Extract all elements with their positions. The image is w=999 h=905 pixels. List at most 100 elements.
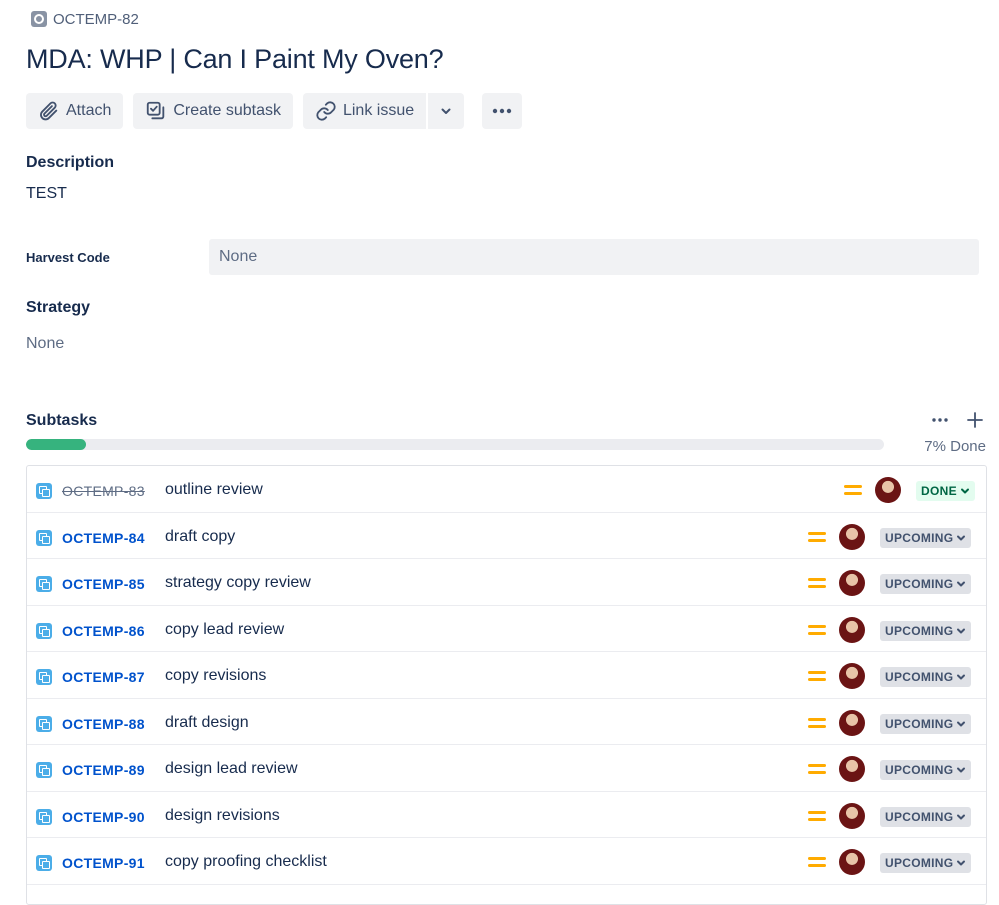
subtask-list: OCTEMP-83 outline review DONE OCTEMP-84 draf… xyxy=(26,465,987,905)
subtask-icon xyxy=(147,101,165,120)
subtask-row[interactable]: OCTEMP-85 strategy copy review UPCOMING xyxy=(27,559,986,606)
subtask-row[interactable]: OCTEMP-87 copy revisions UPCOMING xyxy=(27,652,986,699)
status-dropdown[interactable]: UPCOMING xyxy=(880,667,972,687)
status-dropdown[interactable]: DONE xyxy=(916,481,975,501)
priority-medium-icon xyxy=(808,763,826,775)
status-label: DONE xyxy=(921,484,957,498)
priority-medium-icon xyxy=(808,670,826,682)
chevron-down-icon xyxy=(957,814,966,819)
link-issue-dropdown-button[interactable] xyxy=(428,93,465,129)
priority-medium-icon xyxy=(808,856,826,868)
more-actions-button[interactable] xyxy=(482,93,523,129)
create-subtask-label: Create subtask xyxy=(173,102,281,119)
status-dropdown[interactable]: UPCOMING xyxy=(880,527,972,548)
subtask-type-icon xyxy=(36,669,52,685)
assignee-avatar[interactable] xyxy=(875,477,901,503)
status-dropdown[interactable]: UPCOMING xyxy=(880,806,972,827)
assignee-avatar[interactable] xyxy=(839,523,865,550)
subtask-summary[interactable]: design revisions xyxy=(165,807,280,825)
assignee-avatar[interactable] xyxy=(839,756,865,782)
subtask-row[interactable]: OCTEMP-88 draft design UPCOMING xyxy=(27,699,986,745)
chevron-down-icon xyxy=(957,581,966,587)
status-label: UPCOMING xyxy=(885,809,954,824)
priority-medium-icon xyxy=(808,717,826,729)
subtask-key-link[interactable]: OCTEMP-84 xyxy=(62,530,145,546)
chevron-down-icon xyxy=(957,767,966,773)
subtask-type-icon xyxy=(36,483,52,499)
status-dropdown[interactable]: UPCOMING xyxy=(880,620,972,641)
subtask-key-link[interactable]: OCTEMP-85 xyxy=(62,576,145,592)
attach-button[interactable]: Attach xyxy=(26,93,124,129)
status-dropdown[interactable]: UPCOMING xyxy=(880,574,972,594)
subtask-summary[interactable]: draft design xyxy=(165,714,249,732)
plus-icon xyxy=(967,412,983,428)
assignee-avatar[interactable] xyxy=(839,616,865,643)
strategy-value[interactable]: None xyxy=(26,335,64,353)
breadcrumb: OCTEMP-82 xyxy=(31,9,139,29)
subtasks-more-button[interactable] xyxy=(930,410,950,435)
attach-label: Attach xyxy=(66,102,112,119)
link-issue-label: Link issue xyxy=(342,102,415,119)
subtasks-label: Subtasks xyxy=(26,412,98,429)
subtask-key-link[interactable]: OCTEMP-86 xyxy=(62,623,145,639)
subtask-row[interactable]: OCTEMP-86 copy lead review UPCOMING xyxy=(27,606,986,652)
harvest-code-label: Harvest Code xyxy=(26,250,110,265)
subtask-summary[interactable]: strategy copy review xyxy=(165,574,311,592)
status-dropdown[interactable]: UPCOMING xyxy=(880,713,972,734)
subtask-key-link[interactable]: OCTEMP-87 xyxy=(62,669,145,685)
assignee-avatar[interactable] xyxy=(839,849,865,875)
subtask-type-icon xyxy=(36,622,52,639)
subtask-row[interactable]: OCTEMP-91 copy proofing checklist UPCOMING xyxy=(27,838,986,885)
subtask-type-icon xyxy=(36,808,52,825)
status-label: UPCOMING xyxy=(885,670,954,684)
subtask-key-link[interactable]: OCTEMP-83 xyxy=(62,483,145,499)
status-label: UPCOMING xyxy=(885,763,954,777)
status-label: UPCOMING xyxy=(885,623,954,638)
status-dropdown[interactable]: UPCOMING xyxy=(880,853,972,873)
status-dropdown[interactable]: UPCOMING xyxy=(880,760,972,780)
subtask-key-link[interactable]: OCTEMP-88 xyxy=(62,716,145,732)
subtask-key-link[interactable]: OCTEMP-90 xyxy=(62,809,145,825)
paperclip-icon xyxy=(40,101,58,121)
status-label: UPCOMING xyxy=(885,530,954,545)
subtask-summary[interactable]: draft copy xyxy=(165,528,235,546)
assignee-avatar[interactable] xyxy=(839,663,865,689)
issue-key-link[interactable]: OCTEMP-82 xyxy=(53,11,139,28)
subtask-type-icon xyxy=(36,855,52,871)
create-subtask-button[interactable]: Create subtask xyxy=(133,93,293,129)
status-label: UPCOMING xyxy=(885,716,954,731)
ellipsis-icon xyxy=(492,108,512,114)
subtask-key-link[interactable]: OCTEMP-89 xyxy=(62,762,145,778)
chevron-down-icon xyxy=(957,535,966,540)
chevron-down-icon xyxy=(957,721,966,726)
strategy-label: Strategy xyxy=(26,299,91,316)
subtask-summary[interactable]: design lead review xyxy=(165,760,298,778)
subtask-type-icon xyxy=(36,762,52,778)
assignee-avatar[interactable] xyxy=(839,570,865,596)
status-label: UPCOMING xyxy=(885,856,954,870)
subtask-summary[interactable]: outline review xyxy=(165,481,263,499)
link-issue-button[interactable]: Link issue xyxy=(302,93,427,129)
subtask-summary[interactable]: copy revisions xyxy=(165,667,266,685)
priority-medium-icon xyxy=(808,810,826,822)
description-text[interactable]: TEST xyxy=(26,185,67,203)
subtask-row[interactable]: OCTEMP-83 outline review DONE xyxy=(27,466,986,513)
subtasks-progress-fill xyxy=(26,439,87,450)
subtask-type-icon xyxy=(36,715,52,732)
add-subtask-button[interactable] xyxy=(965,410,985,435)
subtask-summary[interactable]: copy proofing checklist xyxy=(165,853,327,871)
assignee-avatar[interactable] xyxy=(839,802,865,829)
priority-medium-icon xyxy=(808,531,826,543)
subtask-type-icon xyxy=(36,576,52,592)
subtask-row[interactable]: OCTEMP-90 design revisions UPCOMING xyxy=(27,792,986,838)
harvest-code-field[interactable]: None xyxy=(209,239,979,275)
page-title[interactable]: MDA: WHP | Can I Paint My Oven? xyxy=(26,44,444,75)
subtask-summary[interactable]: copy lead review xyxy=(165,621,284,639)
subtask-row[interactable]: OCTEMP-89 design lead review UPCOMING xyxy=(27,745,986,792)
description-label: Description xyxy=(26,154,115,171)
priority-medium-icon xyxy=(808,624,826,636)
priority-medium-icon xyxy=(844,484,862,496)
subtask-row[interactable]: OCTEMP-84 draft copy UPCOMING xyxy=(27,513,986,559)
subtask-key-link[interactable]: OCTEMP-91 xyxy=(62,855,145,871)
assignee-avatar[interactable] xyxy=(839,709,865,736)
